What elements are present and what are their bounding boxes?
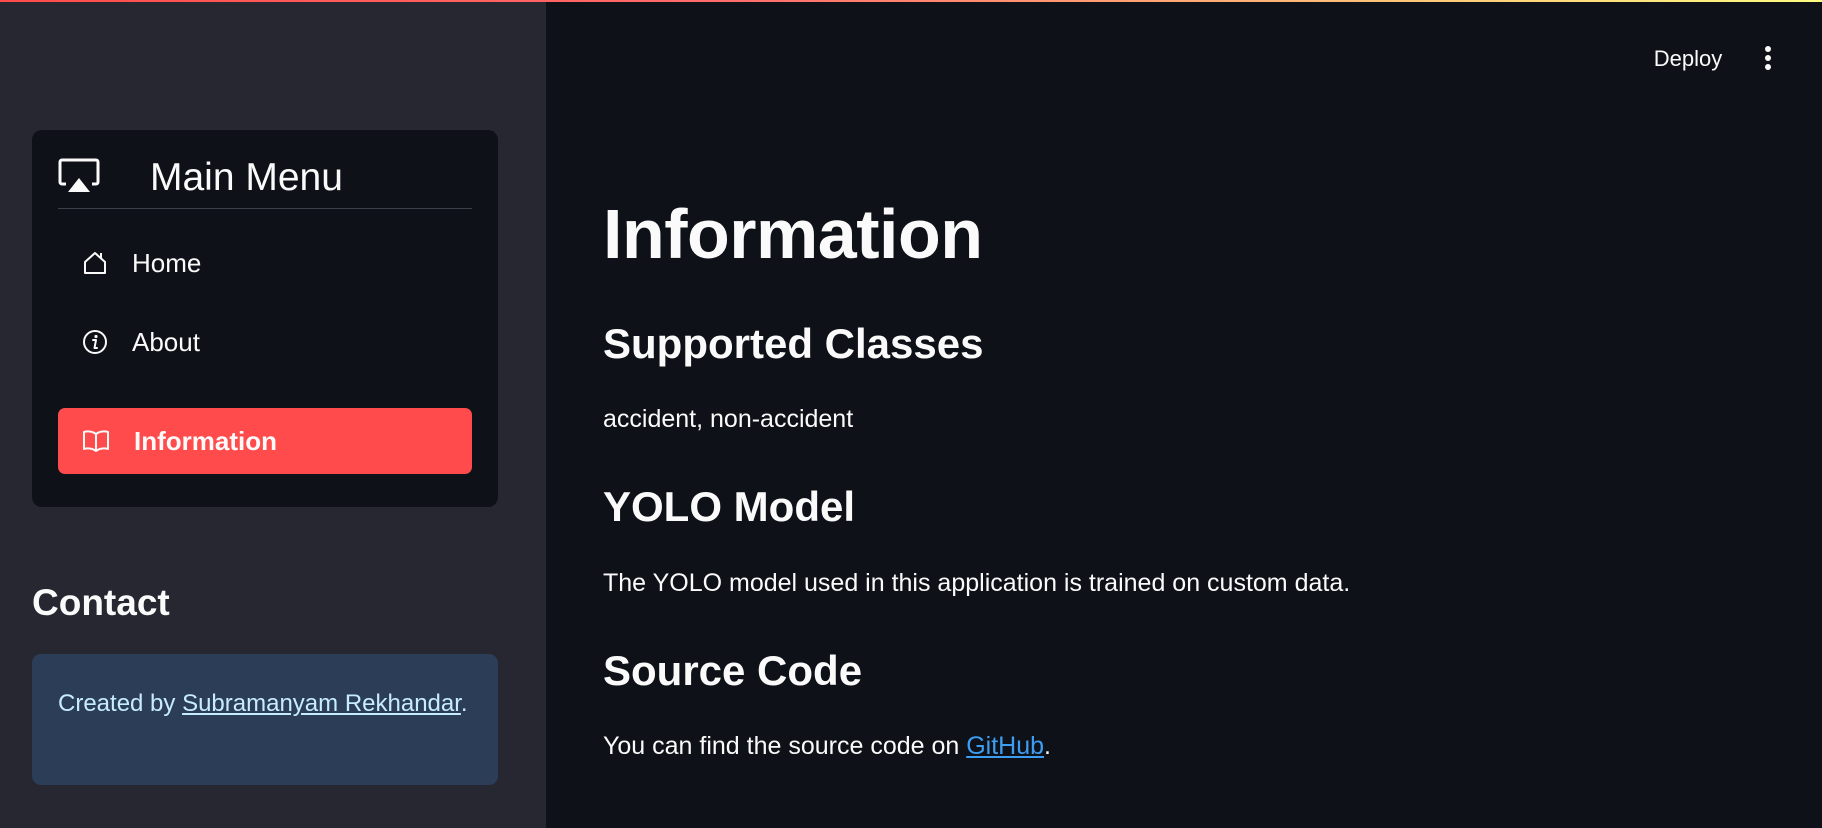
main-menu-card: Main Menu Home About Information bbox=[32, 130, 498, 507]
menu-item-information[interactable]: Information bbox=[58, 408, 472, 474]
menu-item-label: Information bbox=[134, 426, 277, 456]
page-title: Information bbox=[603, 195, 983, 273]
contact-prefix: Created by bbox=[58, 690, 183, 717]
menu-item-label: About bbox=[132, 327, 200, 357]
app-window: Main Menu Home About Information Contact… bbox=[0, 0, 1822, 828]
contact-info-box: Created by Subramanyam Rekhandar. bbox=[32, 654, 498, 785]
menu-item-home[interactable]: Home bbox=[58, 230, 472, 296]
top-decoration-bar bbox=[0, 0, 1822, 2]
source-code-suffix: . bbox=[1044, 732, 1051, 760]
yolo-model-text: The YOLO model used in this application … bbox=[603, 569, 1351, 597]
menu-item-label: Home bbox=[132, 248, 202, 278]
main-menu-header: Main Menu bbox=[58, 152, 472, 209]
section-heading-source-code: Source Code bbox=[603, 647, 863, 694]
info-circle-icon bbox=[82, 329, 108, 355]
book-icon bbox=[82, 428, 109, 454]
main-content: Information Supported Classes accident, … bbox=[603, 0, 1783, 828]
contact-heading: Contact bbox=[32, 582, 170, 623]
source-code-prefix: You can find the source code on bbox=[603, 732, 967, 760]
source-code-text: You can find the source code on GitHub. bbox=[603, 729, 1051, 763]
section-heading-yolo-model: YOLO Model bbox=[603, 483, 855, 530]
house-icon bbox=[82, 250, 108, 276]
contact-text: Created by Subramanyam Rekhandar. bbox=[58, 684, 478, 723]
author-link[interactable]: Subramanyam Rekhandar bbox=[182, 690, 461, 717]
menu-item-about[interactable]: About bbox=[58, 309, 472, 375]
contact-suffix: . bbox=[460, 690, 468, 717]
sidebar: Main Menu Home About Information Contact… bbox=[0, 0, 546, 828]
supported-classes-text: accident, non-accident bbox=[603, 405, 854, 433]
section-heading-supported-classes: Supported Classes bbox=[603, 320, 984, 367]
main-menu-title: Main Menu bbox=[150, 156, 343, 199]
airplay-icon bbox=[58, 156, 100, 201]
github-link[interactable]: GitHub bbox=[966, 732, 1044, 760]
